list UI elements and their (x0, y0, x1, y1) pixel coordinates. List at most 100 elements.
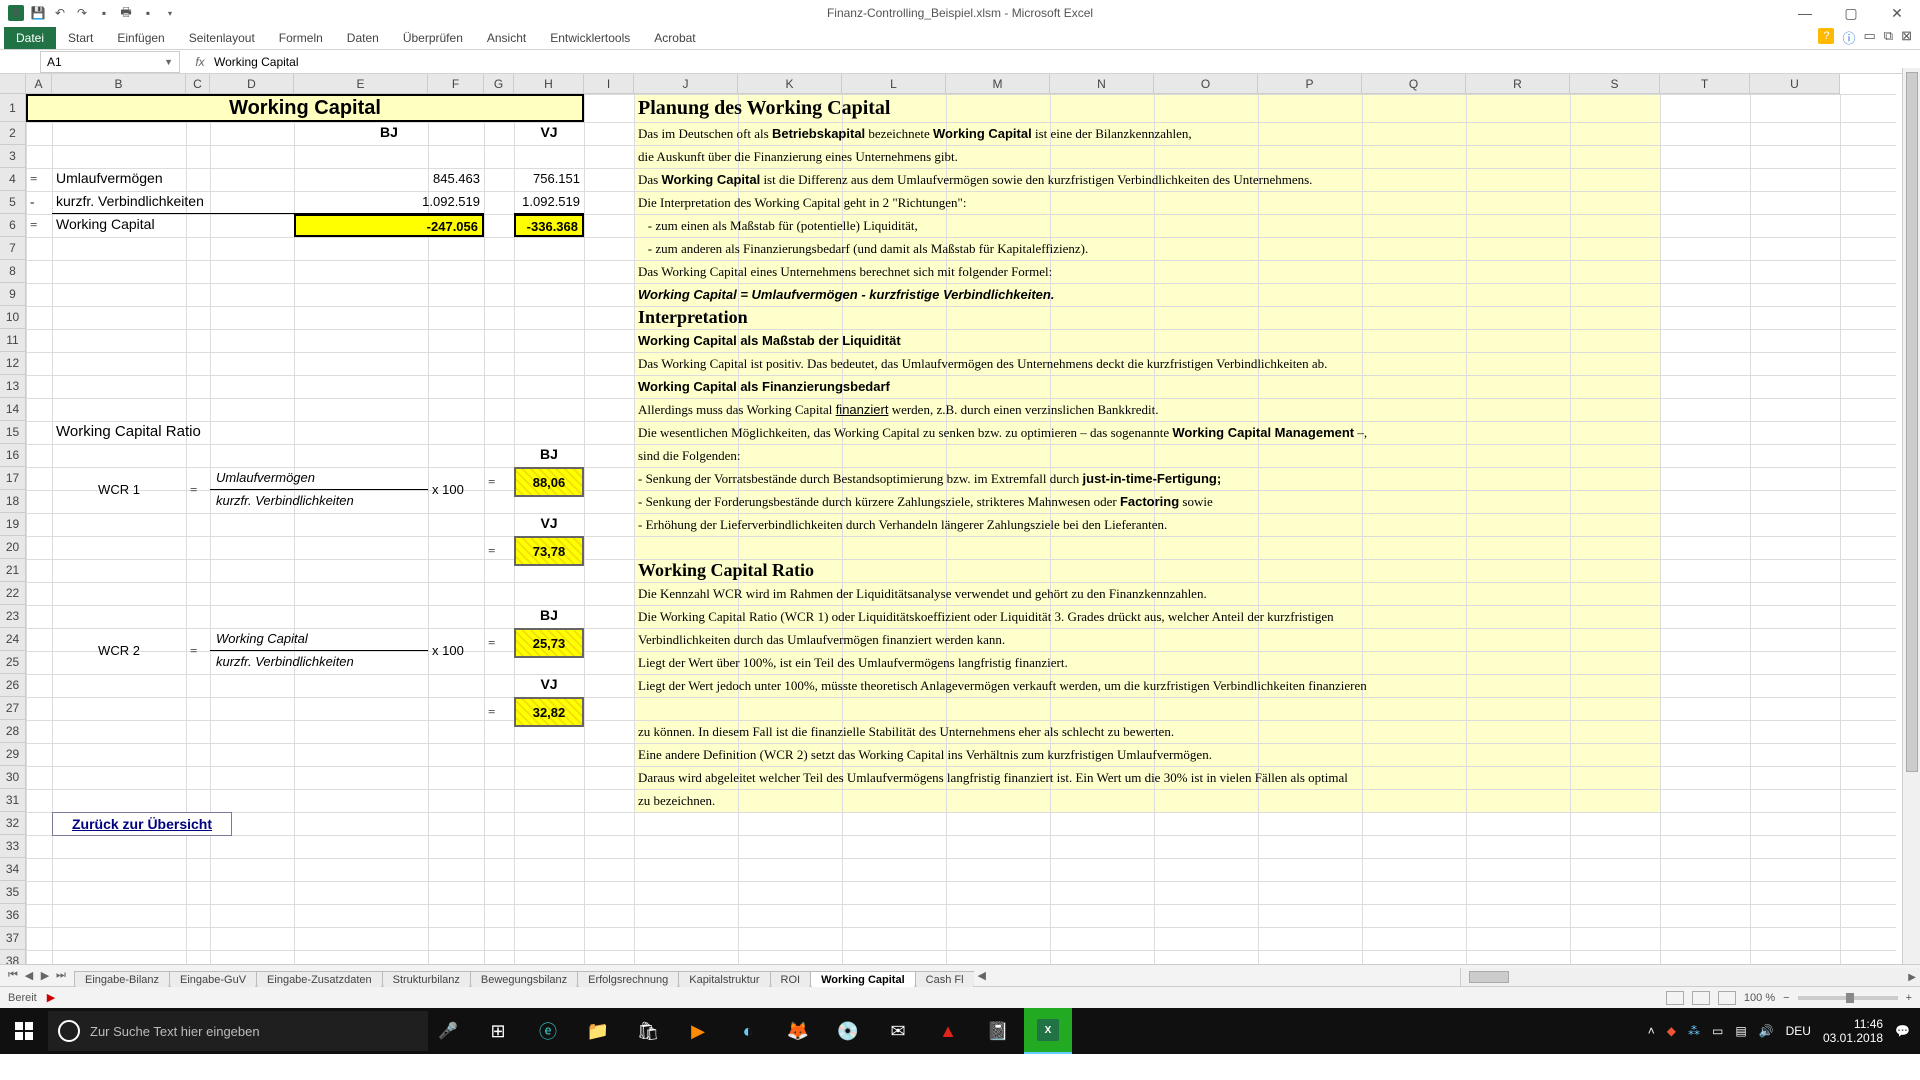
row-header-7[interactable]: 7 (0, 237, 25, 260)
formula-bar[interactable] (210, 52, 810, 72)
ribbon-tab-einfügen[interactable]: Einfügen (105, 27, 176, 49)
col-header-F[interactable]: F (428, 74, 484, 94)
row-header-30[interactable]: 30 (0, 766, 25, 789)
ribbon-tab-seitenlayout[interactable]: Seitenlayout (177, 27, 267, 49)
worksheet-area[interactable]: ABCDEFGHIJKLMNOPQRSTU 123456789101112131… (0, 74, 1920, 964)
row-header-34[interactable]: 34 (0, 858, 25, 881)
col-header-I[interactable]: I (584, 74, 634, 94)
grid-cells[interactable]: Working CapitalBJVJ=Umlaufvermögen845.46… (26, 94, 1896, 964)
select-all-corner[interactable] (0, 74, 26, 94)
row-header-36[interactable]: 36 (0, 904, 25, 927)
col-header-Q[interactable]: Q (1362, 74, 1466, 94)
row-header-11[interactable]: 11 (0, 329, 25, 352)
row-header-5[interactable]: 5 (0, 191, 25, 214)
col-header-B[interactable]: B (52, 74, 186, 94)
row-header-27[interactable]: 27 (0, 697, 25, 720)
save-icon[interactable]: 💾 (30, 5, 46, 21)
sheet-tab[interactable]: ROI (770, 971, 812, 987)
row-header-24[interactable]: 24 (0, 628, 25, 651)
col-header-K[interactable]: K (738, 74, 842, 94)
print-icon[interactable]: 🖶 (118, 5, 134, 21)
sheet-tab[interactable]: Cash Fl (915, 971, 974, 987)
col-header-L[interactable]: L (842, 74, 946, 94)
col-header-S[interactable]: S (1570, 74, 1660, 94)
view-normal-icon[interactable] (1666, 991, 1684, 1005)
row-header-21[interactable]: 21 (0, 559, 25, 582)
col-header-G[interactable]: G (484, 74, 514, 94)
col-header-M[interactable]: M (946, 74, 1050, 94)
tray-clock[interactable]: 11:46 03.01.2018 (1823, 1017, 1883, 1045)
notepad-icon[interactable]: 📓 (974, 1008, 1022, 1054)
fx-icon[interactable]: fx (190, 55, 210, 69)
tray-network-icon[interactable]: ▤ (1735, 1024, 1746, 1038)
tab-scroll-left-icon[interactable]: ◀ (978, 969, 986, 982)
sheet-tab[interactable]: Eingabe-GuV (169, 971, 257, 987)
name-box[interactable]: A1 ▼ (40, 51, 180, 73)
tray-volume-icon[interactable]: 🔊 (1759, 1024, 1774, 1038)
sheet-tab[interactable]: Erfolgsrechnung (577, 971, 679, 987)
tray-icon[interactable]: ◆ (1667, 1024, 1676, 1038)
macro-record-icon[interactable]: ▶ (47, 991, 55, 1004)
row-header-12[interactable]: 12 (0, 352, 25, 375)
app-icon[interactable]: ◐ (724, 1008, 772, 1054)
minimize-ribbon-icon[interactable]: ▭ (1864, 28, 1876, 47)
ribbon-tab-ansicht[interactable]: Ansicht (475, 27, 538, 49)
mail-icon[interactable]: ✉ (874, 1008, 922, 1054)
ribbon-tab-start[interactable]: Start (56, 27, 105, 49)
sheet-tab[interactable]: Kapitalstruktur (678, 971, 770, 987)
sheet-tab[interactable]: Eingabe-Bilanz (74, 971, 170, 987)
row-header-20[interactable]: 20 (0, 536, 25, 559)
title-cell[interactable]: Working Capital (26, 94, 584, 122)
undo-icon[interactable]: ↶ (52, 5, 68, 21)
row-header-32[interactable]: 32 (0, 812, 25, 835)
tray-battery-icon[interactable]: ▭ (1712, 1024, 1723, 1038)
col-header-R[interactable]: R (1466, 74, 1570, 94)
help-blue-icon[interactable]: ⓘ (1842, 28, 1855, 47)
row-header-18[interactable]: 18 (0, 490, 25, 513)
sheet-tab[interactable]: Strukturbilanz (382, 971, 471, 987)
qat-icon[interactable]: ▪ (96, 5, 112, 21)
ribbon-tab-datei[interactable]: Datei (4, 27, 56, 49)
sheet-tab[interactable]: Bewegungsbilanz (470, 971, 578, 987)
qat-dropdown-icon[interactable]: ▾ (162, 5, 178, 21)
pdf-icon[interactable]: ▲ (924, 1008, 972, 1054)
row-header-28[interactable]: 28 (0, 720, 25, 743)
row-header-13[interactable]: 13 (0, 375, 25, 398)
firefox-icon[interactable]: 🦊 (774, 1008, 822, 1054)
close-doc-icon[interactable]: ⊠ (1901, 28, 1912, 47)
back-link[interactable]: Zurück zur Übersicht (52, 812, 232, 836)
row-header-10[interactable]: 10 (0, 306, 25, 329)
restore-window-icon[interactable]: ⧉ (1884, 28, 1893, 47)
taskbar-search[interactable]: Zur Suche Text hier eingeben (48, 1011, 428, 1051)
explorer-icon[interactable]: 📁 (574, 1008, 622, 1054)
close-button[interactable]: ✕ (1874, 0, 1920, 26)
horizontal-scrollbar[interactable]: ▶ (1460, 968, 1920, 986)
row-header-2[interactable]: 2 (0, 122, 25, 145)
row-header-29[interactable]: 29 (0, 743, 25, 766)
redo-icon[interactable]: ↷ (74, 5, 90, 21)
disc-icon[interactable]: 💿 (824, 1008, 872, 1054)
name-box-dropdown-icon[interactable]: ▼ (164, 57, 173, 67)
ribbon-tab-daten[interactable]: Daten (335, 27, 391, 49)
taskview-icon[interactable]: ⊞ (474, 1008, 522, 1054)
row-header-33[interactable]: 33 (0, 835, 25, 858)
tray-notifications-icon[interactable]: 💬 (1895, 1024, 1910, 1038)
row-header-15[interactable]: 15 (0, 421, 25, 444)
row-headers[interactable]: 1234567891011121314151617181920212223242… (0, 94, 26, 964)
row-header-16[interactable]: 16 (0, 444, 25, 467)
minimize-button[interactable]: — (1782, 0, 1828, 26)
edge-icon[interactable]: ⓔ (524, 1008, 572, 1054)
store-icon[interactable]: 🛍 (624, 1008, 672, 1054)
row-header-25[interactable]: 25 (0, 651, 25, 674)
row-header-26[interactable]: 26 (0, 674, 25, 697)
help-icon[interactable]: ? (1818, 28, 1834, 44)
movies-icon[interactable]: ▶ (674, 1008, 722, 1054)
row-header-35[interactable]: 35 (0, 881, 25, 904)
row-header-8[interactable]: 8 (0, 260, 25, 283)
col-header-T[interactable]: T (1660, 74, 1750, 94)
view-layout-icon[interactable] (1692, 991, 1710, 1005)
sheet-tab[interactable]: Working Capital (810, 971, 916, 987)
sheet-nav[interactable]: ⏮◀▶⏭ (0, 969, 74, 982)
tray-lang[interactable]: DEU (1786, 1024, 1811, 1038)
excel-taskbar-icon[interactable]: X (1024, 1008, 1072, 1054)
